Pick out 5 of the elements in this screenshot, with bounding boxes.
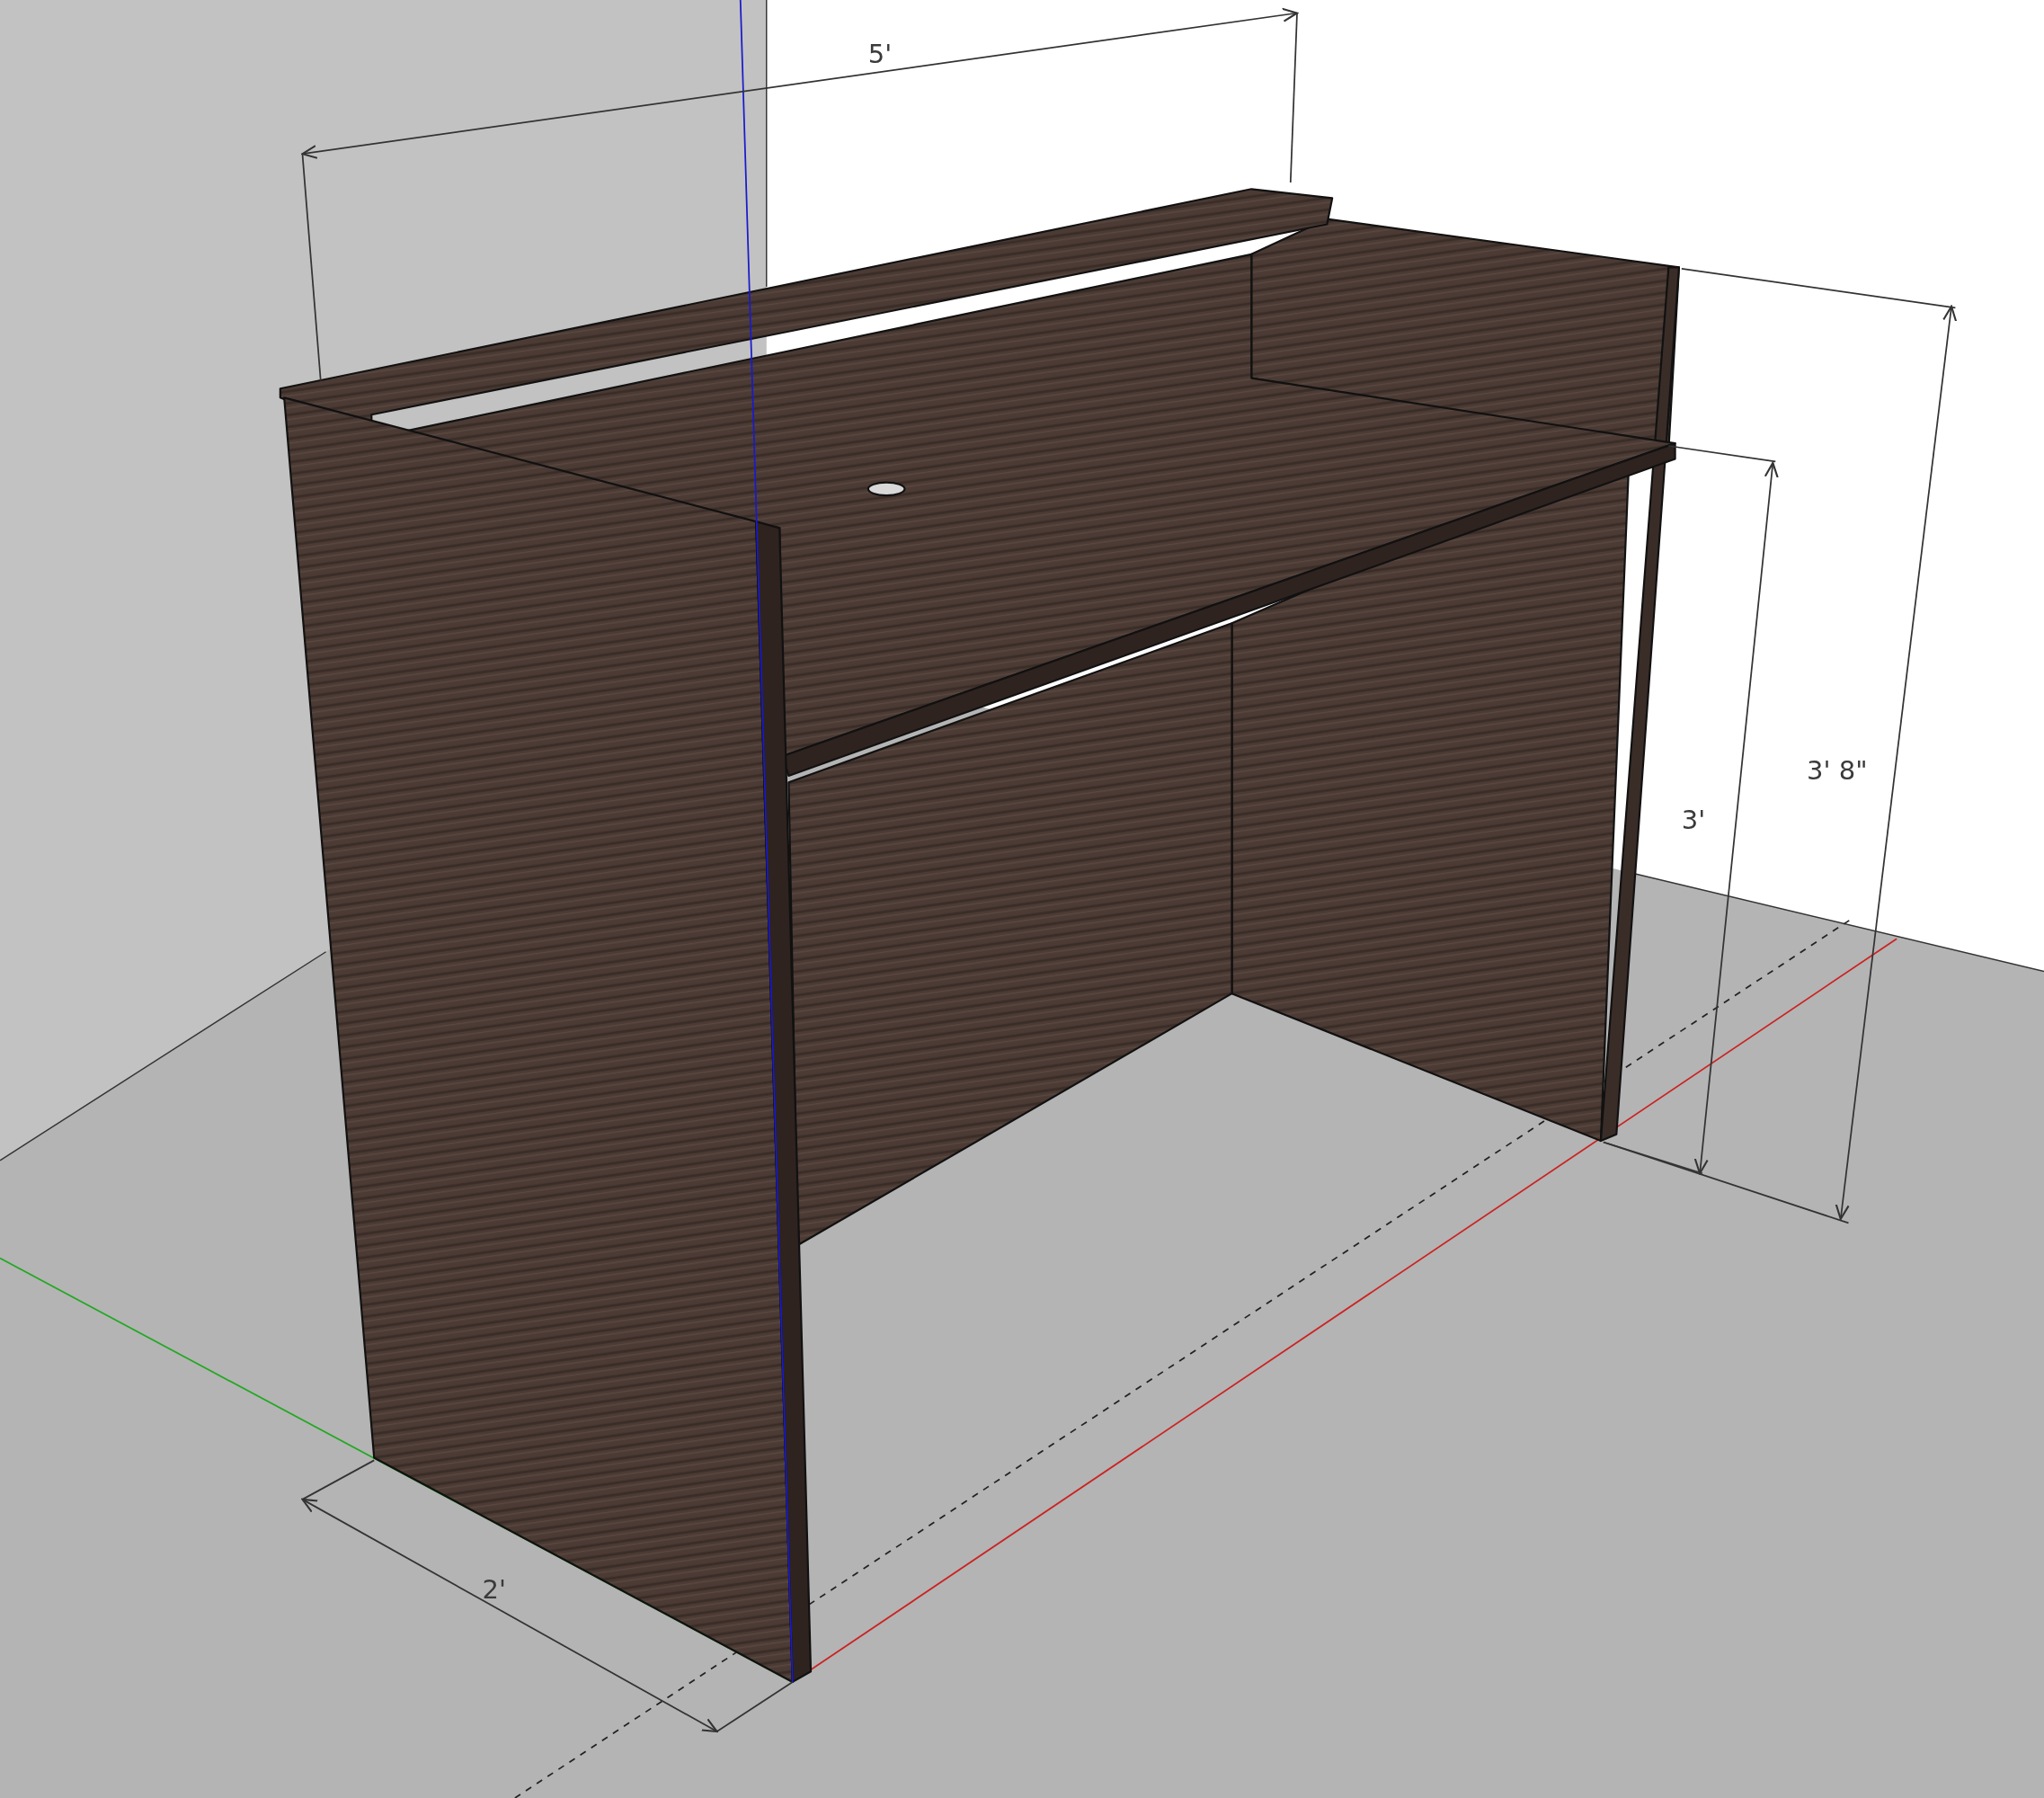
dimension-label: 3' bbox=[1681, 805, 1706, 836]
model-viewport[interactable]: 5' 3' 8" 3' 2' bbox=[0, 0, 2044, 1798]
dimension-label: 3' 8" bbox=[1807, 755, 1868, 787]
dimension-label: 2' bbox=[482, 1574, 507, 1606]
dimension-label: 5' bbox=[867, 38, 893, 69]
